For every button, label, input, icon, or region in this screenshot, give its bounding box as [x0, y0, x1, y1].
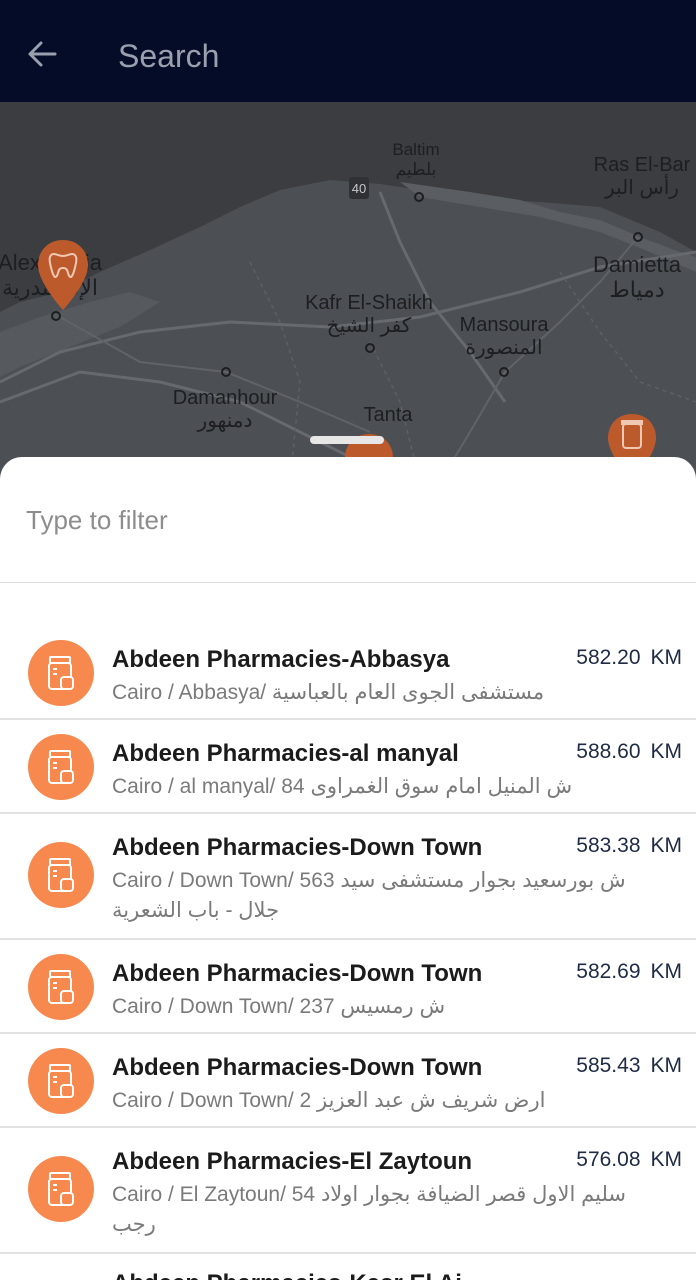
pharmacy-address: Cairo / Down Town/ 2 ارض شريف ش عبد العز… — [112, 1089, 546, 1112]
pharmacy-distance: 582.69 KM — [576, 960, 682, 983]
list-item[interactable]: Abdeen Pharmacies-Down Town Cairo / Down… — [0, 940, 696, 1034]
pharmacy-name: Abdeen Pharmacies-El Zaytoun — [112, 1148, 473, 1175]
map-view[interactable]: 40 Baltimبلطيم Ras El-Barرأس البر Alexan… — [0, 102, 696, 482]
pharmacy-distance: 583.38 KM — [576, 834, 682, 857]
map-label-ras-el-bar: Ras El-Bar رأس البر — [593, 154, 691, 199]
map-label-mansoura: Mansoura المنصورة — [459, 314, 549, 359]
pharmacy-name: Abdeen Pharmacies-Down Town — [112, 960, 483, 987]
pharmacy-distance: 585.43 KM — [576, 1054, 682, 1077]
pharmacy-icon — [28, 954, 94, 1020]
pharmacy-name: Abdeen Pharmacies-Down Town — [112, 834, 483, 861]
map-label-damanhour: Damanhour دمنهور — [172, 387, 278, 432]
list-item[interactable]: Abdeen Pharmacies-Down Town Cairo / Down… — [0, 1034, 696, 1128]
pharmacy-address: Cairo / al manyal/ 84 ش المنيل امام سوق … — [112, 775, 573, 798]
pharmacy-icon — [28, 1156, 94, 1222]
pharmacy-icon — [28, 734, 94, 800]
app-bar: Search — [0, 0, 696, 102]
pharmacy-address: Cairo / Down Town/ 237 ش رمسيس — [112, 995, 446, 1018]
list-item[interactable]: Abdeen Pharmacies-Down Town Cairo / Down… — [0, 814, 696, 940]
list-item[interactable]: Abdeen Pharmacies-El Zaytoun Cairo / El … — [0, 1128, 696, 1254]
page-title: Search — [118, 38, 220, 74]
pharmacy-distance: 582.20 KM — [576, 646, 682, 669]
divider — [0, 582, 696, 583]
map-label-tanta: Tanta — [363, 404, 413, 426]
pharmacy-icon — [28, 1048, 94, 1114]
road-number-badge: 40 — [349, 177, 369, 199]
map-label-baltim: Baltim بلطيم — [392, 140, 440, 179]
list-item[interactable]: Abdeen Pharmacies-al manyal Cairo / al m… — [0, 720, 696, 814]
back-button[interactable] — [18, 30, 66, 82]
pharmacy-address: Cairo / El Zaytoun/ 54 سليم الاول قصر ال… — [112, 1183, 627, 1236]
arrow-left-icon — [27, 41, 57, 72]
list-item[interactable]: Abdeen Pharmacies-Abbasya Cairo / Abbasy… — [0, 626, 696, 720]
map-label-kafr-el-shaikh: Kafr El-Shaikh كفر الشيخ — [305, 292, 433, 337]
pharmacy-icon — [28, 640, 94, 706]
pharmacy-name: Abdeen Pharmacies-Abbasya — [112, 646, 450, 673]
pharmacy-list: Abdeen Pharmacies-Abbasya Cairo / Abbasy… — [0, 626, 696, 1280]
pharmacy-distance: 588.60 KM — [576, 740, 682, 763]
pharmacy-address: Cairo / Down Town/ 563 ش بورسعيد بجوار م… — [112, 869, 626, 922]
list-item[interactable]: Abdeen Pharmacies-Kasr El Ai — [0, 1254, 696, 1280]
pharmacy-distance: 576.08 KM — [576, 1148, 682, 1171]
pharmacy-name: Abdeen Pharmacies-al manyal — [112, 740, 459, 767]
map-label-damietta: Damietta دمياط — [592, 252, 682, 303]
pharmacy-name: Abdeen Pharmacies-Down Town — [112, 1054, 483, 1081]
pharmacy-icon — [28, 842, 94, 908]
filter-input[interactable] — [0, 457, 696, 583]
sheet-drag-handle[interactable] — [310, 436, 384, 444]
pharmacy-address: Cairo / Abbasya/ مستشفى الجوى العام بالع… — [112, 681, 545, 704]
tooth-marker-icon[interactable] — [36, 238, 90, 312]
pharmacy-name: Abdeen Pharmacies-Kasr El Ai — [112, 1270, 462, 1280]
